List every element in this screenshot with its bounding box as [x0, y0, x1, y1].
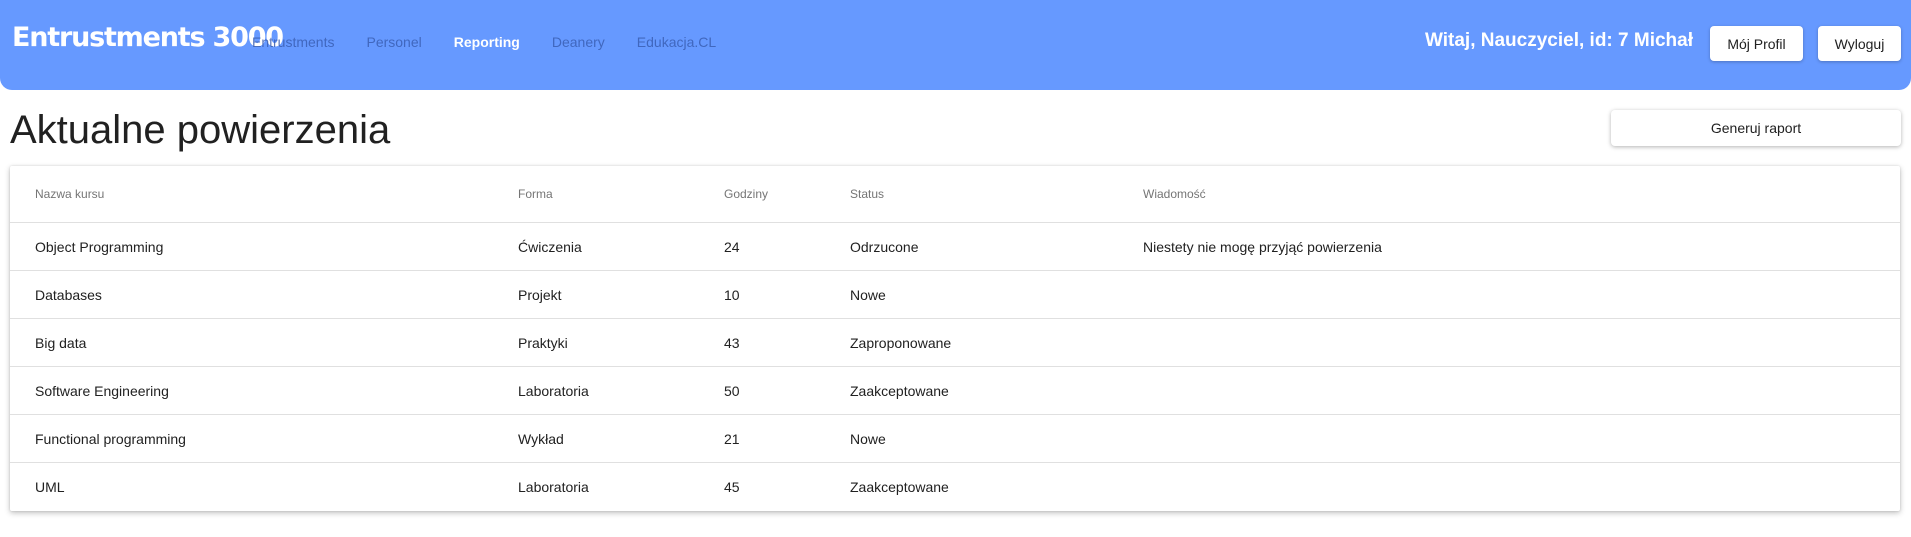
cell-course: Databases	[10, 270, 518, 319]
column-header-message[interactable]: Wiadomość	[1143, 166, 1900, 223]
cell-hours: 50	[724, 366, 850, 415]
cell-form: Laboratoria	[518, 366, 724, 415]
page-title: Aktualne powierzenia	[10, 108, 391, 152]
cell-status: Odrzucone	[850, 222, 1143, 271]
nav-link-deanery[interactable]: Deanery	[552, 34, 605, 50]
table-row[interactable]: UML Laboratoria 45 Zaakceptowane	[10, 463, 1900, 511]
nav-links: Entrustments Personel Reporting Deanery …	[252, 34, 748, 50]
column-header-course[interactable]: Nazwa kursu	[10, 166, 518, 223]
nav-link-edukacja[interactable]: Edukacja.CL	[637, 34, 716, 50]
table-row[interactable]: Functional programming Wykład 21 Nowe	[10, 414, 1900, 463]
cell-form: Projekt	[518, 270, 724, 319]
cell-status: Zaproponowane	[850, 318, 1143, 367]
table-row[interactable]: Databases Projekt 10 Nowe	[10, 270, 1900, 319]
cell-message	[1143, 270, 1900, 319]
nav-link-reporting[interactable]: Reporting	[454, 34, 520, 50]
cell-hours: 43	[724, 318, 850, 367]
table-row[interactable]: Software Engineering Laboratoria 50 Zaak…	[10, 366, 1900, 415]
cell-hours: 24	[724, 222, 850, 271]
column-header-form[interactable]: Forma	[518, 166, 724, 223]
cell-form: Laboratoria	[518, 478, 589, 495]
nav-link-personel[interactable]: Personel	[366, 34, 421, 50]
generate-report-button[interactable]: Generuj raport	[1611, 110, 1901, 146]
column-header-status[interactable]: Status	[850, 166, 1143, 223]
cell-hours: 45	[724, 478, 740, 495]
cell-form: Praktyki	[518, 318, 724, 367]
cell-message	[1143, 366, 1900, 415]
top-navbar: Entrustments 3000 Entrustments Personel …	[0, 0, 1911, 90]
my-profile-button[interactable]: Mój Profil	[1710, 26, 1803, 61]
table-header-row: Nazwa kursu Forma Godziny Status Wiadomo…	[10, 166, 1900, 223]
cell-status: Zaakceptowane	[850, 478, 949, 495]
cell-status: Nowe	[850, 270, 1143, 319]
entrustments-table-card: Nazwa kursu Forma Godziny Status Wiadomo…	[10, 166, 1900, 511]
user-greeting: Witaj, Nauczyciel, id: 7 Michał	[1424, 30, 1693, 51]
nav-link-entrustments[interactable]: Entrustments	[252, 34, 334, 50]
cell-course: Object Programming	[10, 222, 518, 271]
cell-hours: 10	[724, 270, 850, 319]
cell-course: Big data	[10, 318, 518, 367]
cell-status: Nowe	[850, 414, 1143, 463]
logout-button[interactable]: Wyloguj	[1818, 26, 1901, 61]
cell-form: Wykład	[518, 414, 724, 463]
column-header-hours[interactable]: Godziny	[724, 166, 850, 223]
cell-course: Software Engineering	[10, 366, 518, 415]
app-brand[interactable]: Entrustments 3000	[12, 22, 284, 53]
table-row[interactable]: Big data Praktyki 43 Zaproponowane	[10, 318, 1900, 367]
cell-course: UML	[35, 478, 65, 495]
cell-message	[1143, 414, 1900, 463]
cell-course: Functional programming	[10, 414, 518, 463]
cell-hours: 21	[724, 414, 850, 463]
cell-message	[1143, 463, 1900, 511]
table-row[interactable]: Object Programming Ćwiczenia 24 Odrzucon…	[10, 222, 1900, 271]
cell-status: Zaakceptowane	[850, 366, 1143, 415]
cell-form: Ćwiczenia	[518, 222, 724, 271]
cell-message	[1143, 318, 1900, 367]
entrustments-table: Nazwa kursu Forma Godziny Status Wiadomo…	[10, 166, 1900, 510]
cell-message: Niestety nie mogę przyjąć powierzenia	[1143, 222, 1900, 271]
